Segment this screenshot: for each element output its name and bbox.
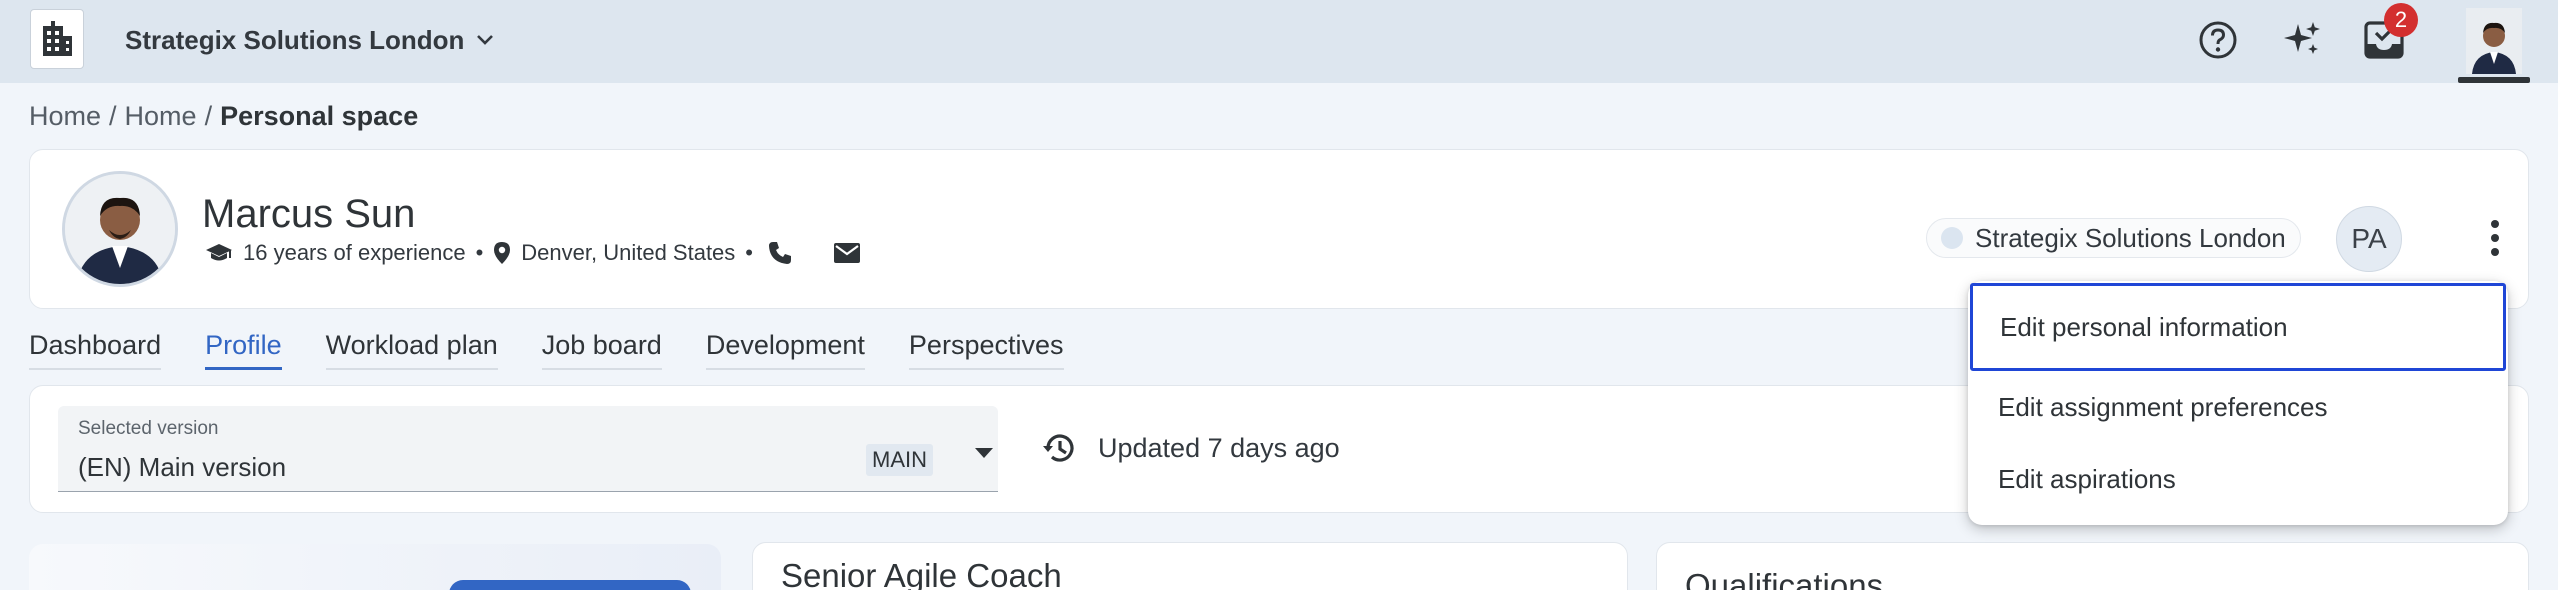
breadcrumb-home-1[interactable]: Home bbox=[29, 101, 101, 132]
org-chip-label: Strategix Solutions London bbox=[1975, 222, 2286, 253]
experience-text: 16 years of experience bbox=[243, 240, 466, 265]
left-summary-card bbox=[29, 544, 721, 590]
location-text: Denver, United States bbox=[521, 240, 736, 265]
ai-assistant-button[interactable] bbox=[2276, 14, 2328, 66]
profile-photo bbox=[65, 174, 175, 284]
tab-dashboard[interactable]: Dashboard bbox=[29, 330, 162, 370]
phone-icon[interactable] bbox=[767, 240, 793, 266]
user-avatar-button[interactable] bbox=[2466, 8, 2522, 74]
updated-text: Updated 7 days ago bbox=[1098, 432, 1340, 463]
kebab-dot bbox=[2491, 248, 2499, 256]
top-bar: Strategix Solutions London 2 bbox=[0, 0, 2558, 83]
organization-chip: Strategix Solutions London bbox=[1926, 218, 2301, 258]
profile-avatar bbox=[62, 171, 178, 287]
version-main-tag: MAIN bbox=[866, 444, 933, 476]
kebab-dot bbox=[2491, 220, 2499, 228]
breadcrumb-separator: / bbox=[109, 101, 117, 131]
profile-tabs: Dashboard Profile Workload plan Job boar… bbox=[29, 330, 1064, 370]
version-select-label: Selected version bbox=[78, 418, 219, 439]
menu-item-edit-aspirations[interactable]: Edit aspirations bbox=[1968, 443, 2508, 515]
help-button[interactable] bbox=[2192, 14, 2244, 66]
version-select-value: (EN) Main version bbox=[78, 452, 287, 482]
tab-perspectives[interactable]: Perspectives bbox=[908, 330, 1064, 370]
qualifications-card: Qualifications bbox=[1656, 542, 2529, 590]
notification-count-badge: 2 bbox=[2384, 3, 2418, 37]
org-switcher[interactable]: Strategix Solutions London bbox=[125, 22, 494, 58]
building-icon bbox=[43, 21, 72, 56]
tab-job-board[interactable]: Job board bbox=[541, 330, 662, 370]
kebab-dot bbox=[2491, 234, 2499, 242]
org-switcher-label: Strategix Solutions London bbox=[125, 24, 465, 55]
org-logo[interactable] bbox=[30, 9, 84, 69]
profile-meta-row: 16 years of experience • Denver, United … bbox=[205, 240, 861, 266]
help-icon bbox=[2199, 21, 2237, 59]
breadcrumb-home-2[interactable]: Home bbox=[125, 101, 197, 132]
org-chip-dot bbox=[1941, 227, 1963, 249]
chevron-down-icon bbox=[477, 35, 494, 45]
sparkles-icon bbox=[2284, 22, 2320, 54]
active-user-indicator bbox=[2458, 77, 2530, 83]
email-icon[interactable] bbox=[833, 242, 861, 264]
graduation-cap-icon bbox=[206, 244, 232, 261]
initials-avatar[interactable]: PA bbox=[2336, 206, 2402, 272]
qualifications-title: Qualifications bbox=[1685, 567, 1884, 590]
breadcrumb: Home / Home / Personal space bbox=[29, 101, 418, 132]
breadcrumb-separator: / bbox=[204, 101, 213, 131]
tab-development[interactable]: Development bbox=[705, 330, 865, 370]
menu-item-edit-assignment-preferences[interactable]: Edit assignment preferences bbox=[1968, 371, 2508, 443]
more-options-menu: Edit personal information Edit assignmen… bbox=[1968, 281, 2508, 525]
history-icon bbox=[1043, 434, 1074, 462]
menu-item-edit-personal-information[interactable]: Edit personal information bbox=[1970, 283, 2506, 371]
location-pin-icon bbox=[494, 242, 511, 264]
tab-profile[interactable]: Profile bbox=[205, 330, 282, 370]
version-select[interactable]: Selected version (EN) Main version MAIN bbox=[58, 406, 998, 492]
job-title-card: Senior Agile Coach bbox=[752, 542, 1628, 590]
tab-workload-plan[interactable]: Workload plan bbox=[325, 330, 498, 370]
dropdown-caret-icon bbox=[975, 448, 993, 458]
user-avatar bbox=[2466, 8, 2522, 74]
version-updated-info: Updated 7 days ago bbox=[1042, 430, 1340, 466]
more-options-button[interactable] bbox=[2470, 208, 2520, 268]
primary-action-button[interactable] bbox=[449, 580, 691, 590]
separator-dot: • bbox=[745, 240, 753, 265]
breadcrumb-current: Personal space bbox=[220, 101, 419, 131]
job-title: Senior Agile Coach bbox=[781, 557, 1062, 590]
person-name: Marcus Sun bbox=[202, 192, 416, 236]
separator-dot: • bbox=[475, 240, 484, 265]
